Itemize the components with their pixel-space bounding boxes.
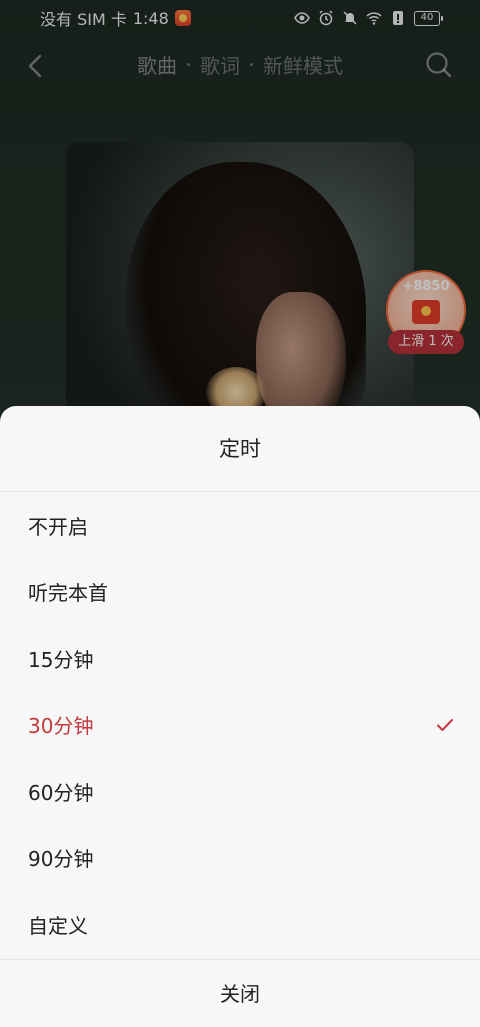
timer-option-end-of-song[interactable]: 听完本首 bbox=[0, 559, 480, 626]
timer-option-60min[interactable]: 60分钟 bbox=[0, 758, 480, 825]
timer-option-90min[interactable]: 90分钟 bbox=[0, 825, 480, 892]
sheet-title: 定时 bbox=[0, 406, 480, 492]
timer-option-30min[interactable]: 30分钟 bbox=[0, 692, 480, 759]
timer-option-custom[interactable]: 自定义 bbox=[0, 891, 480, 958]
timer-option-15min[interactable]: 15分钟 bbox=[0, 625, 480, 692]
timer-option-label: 30分钟 bbox=[28, 714, 94, 739]
timer-sheet: 定时 不开启 听完本首 15分钟 30分钟 60分钟 90分钟 自定义 关闭 bbox=[0, 406, 480, 1027]
checkmark-icon bbox=[437, 718, 453, 731]
timer-option-off[interactable]: 不开启 bbox=[0, 492, 480, 559]
close-button[interactable]: 关闭 bbox=[0, 959, 480, 1027]
